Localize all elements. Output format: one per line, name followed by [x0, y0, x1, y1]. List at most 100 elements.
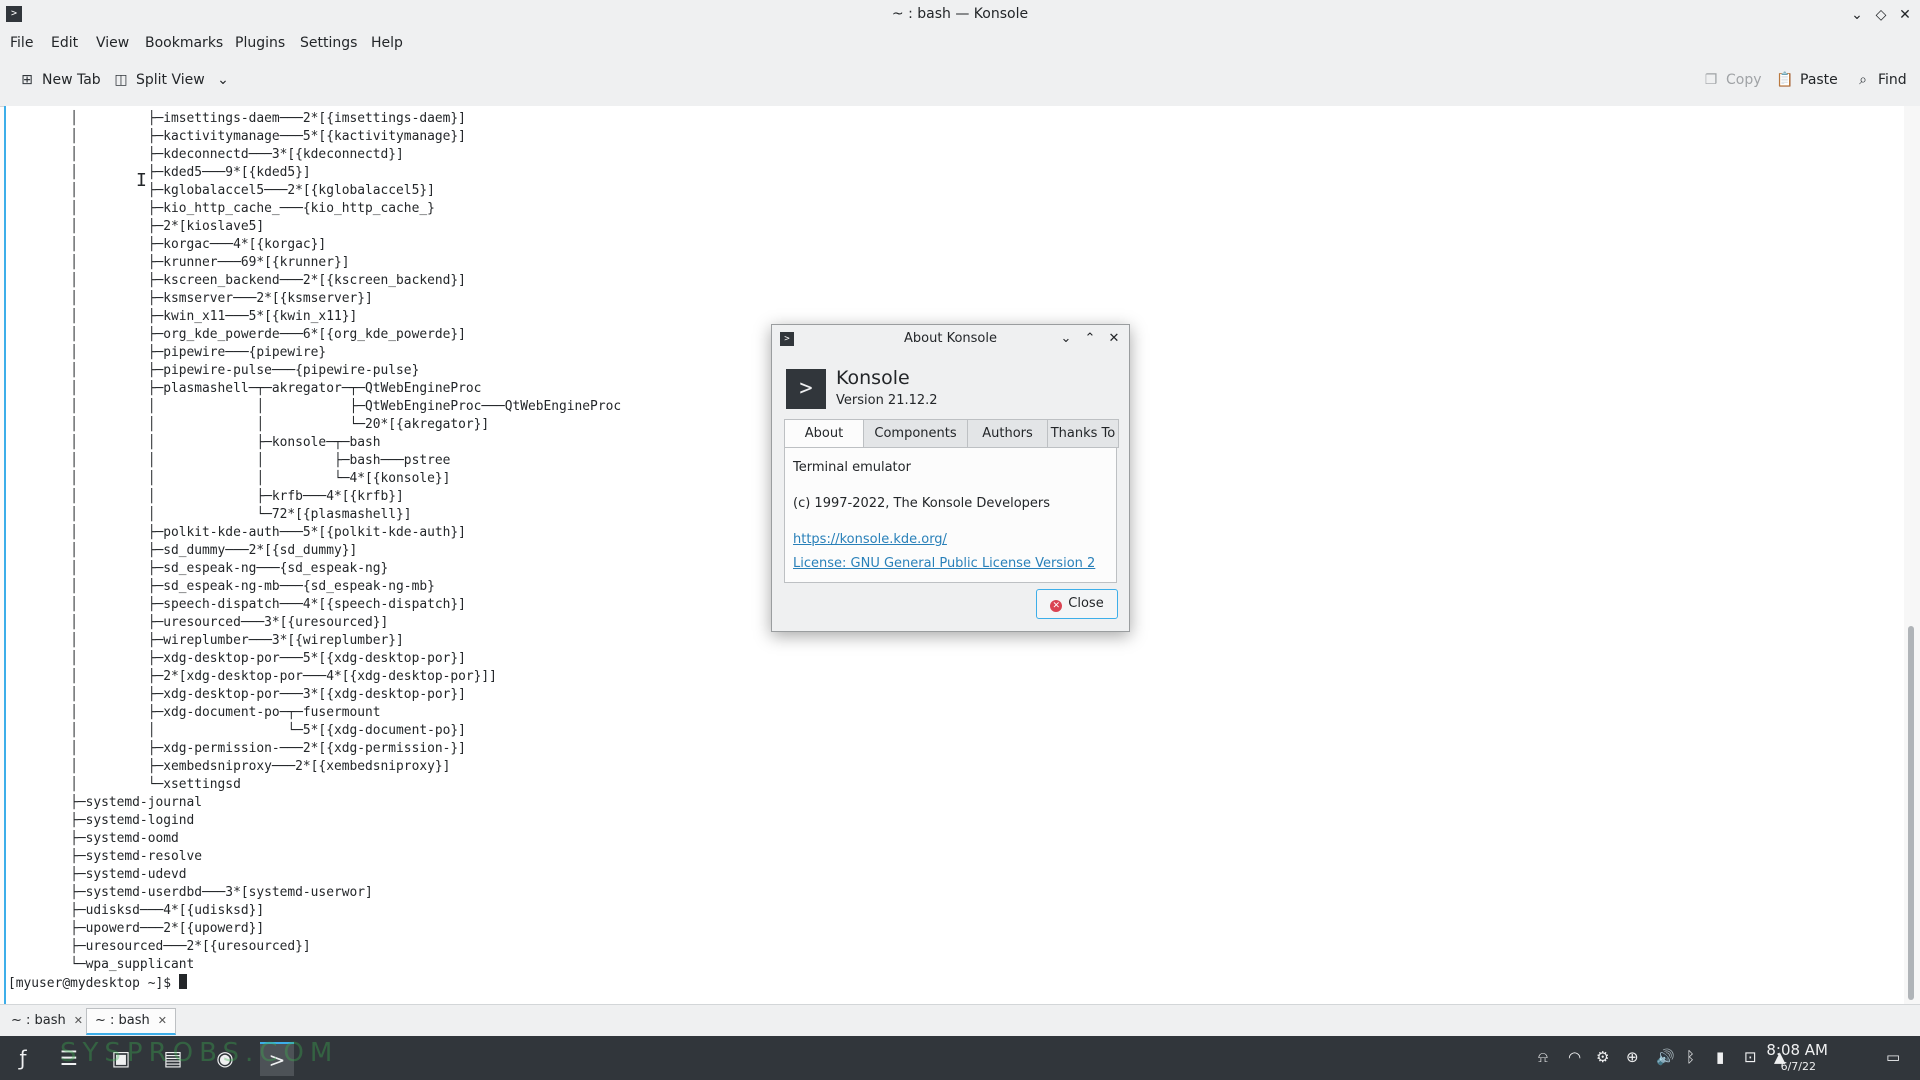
clock-date[interactable]: 6/7/22	[1781, 1060, 1816, 1073]
terminal-line: │ ├─krunner───69*[{krunner}]	[70, 255, 350, 270]
copy-icon: ❐	[1704, 72, 1718, 88]
terminal-line: │ │ │ ├─bash───pstree	[70, 453, 451, 468]
terminal-line: ├─systemd-journal	[70, 795, 203, 810]
show-desktop-icon[interactable]: ▭	[1886, 1048, 1900, 1066]
volume-icon[interactable]: 🔊	[1656, 1048, 1675, 1066]
close-icon[interactable]: ✕	[1104, 329, 1124, 349]
window-title: ~ : bash — Konsole	[891, 6, 1029, 22]
copy-button[interactable]: ❐ Copy	[1702, 72, 1762, 88]
kdeconnect-icon[interactable]: ⚙	[1596, 1048, 1609, 1066]
terminal-line: │ ├─uresourced───3*[{uresourced}]	[70, 615, 389, 630]
terminal-line: │ ├─xdg-permission-───2*[{xdg-permission…	[70, 741, 466, 756]
bluetooth-icon[interactable]: ᛒ	[1686, 1048, 1695, 1066]
clock-time[interactable]: 8:08 AM	[1766, 1041, 1828, 1059]
new-tab-icon: ⊞	[21, 72, 33, 88]
minimize-icon[interactable]: ⌄	[1056, 329, 1076, 349]
terminal-line: │ │ └─5*[{xdg-document-po}]	[70, 723, 466, 738]
terminal-line: │ ├─pipewire───{pipewire}	[70, 345, 327, 360]
terminal-line: │ │ ├─krfb───4*[{krfb}]	[70, 489, 404, 504]
maximize-icon[interactable]: ◇	[1870, 4, 1892, 26]
terminal-line: └─wpa_supplicant	[70, 957, 195, 972]
tab-label: ~ : bash	[11, 1013, 66, 1028]
tab-bar: ~ : bash ✕ ~ : bash ✕	[0, 1004, 1920, 1037]
tab-thanks-to[interactable]: Thanks To	[1047, 419, 1119, 448]
fedora-icon[interactable]: ƒ	[6, 1042, 40, 1074]
terminal-line: │ ├─plasmashell─┬─akregator─┬─QtWebEngin…	[70, 381, 482, 396]
new-tab-button[interactable]: ⊞ New Tab	[18, 72, 101, 88]
tab-close-icon[interactable]: ✕	[74, 1014, 83, 1027]
terminal-line: │ ├─polkit-kde-auth───5*[{polkit-kde-aut…	[70, 525, 466, 540]
terminal-line: │ ├─sd_dummy───2*[{sd_dummy}]	[70, 543, 358, 558]
paste-icon: 📋	[1776, 72, 1794, 88]
split-view-button[interactable]: ◫ Split View ⌄	[112, 72, 229, 88]
text-cursor-icon: I	[136, 170, 147, 191]
shell-prompt: [myuser@mydesktop ~]$	[8, 976, 179, 991]
terminal-line: │ ├─kscreen_backend───2*[{kscreen_backen…	[70, 273, 466, 288]
notifications-icon[interactable]: ⍾	[1538, 1048, 1548, 1066]
split-view-label: Split View	[136, 72, 205, 88]
terminal-cursor	[178, 974, 187, 989]
terminal-line: ├─systemd-oomd	[70, 831, 179, 846]
terminal-line: │ │ ├─konsole─┬─bash	[70, 435, 381, 450]
paste-button[interactable]: 📋 Paste	[1776, 72, 1838, 88]
battery-icon[interactable]: ▮	[1716, 1048, 1724, 1066]
terminal-line: │ ├─kdeconnectd───3*[{kdeconnectd}]	[70, 147, 404, 162]
konsole-app-icon: >	[786, 369, 826, 409]
terminal-line: │ ├─kglobalaccel5───2*[{kglobalaccel5}]	[70, 183, 435, 198]
menu-edit[interactable]: Edit	[51, 35, 78, 51]
close-icon[interactable]: ✕	[1894, 4, 1916, 26]
tab-close-icon[interactable]: ✕	[158, 1014, 167, 1027]
terminal-line: ├─systemd-udevd	[70, 867, 187, 882]
close-button[interactable]: ✕ Close	[1036, 589, 1118, 619]
toolbar: ⊞ New Tab ◫ Split View ⌄ ❐ Copy 📋 Paste ⌕ Fin…	[0, 58, 1920, 107]
tab-bash-1[interactable]: ~ : bash ✕	[2, 1008, 92, 1034]
about-pane: Terminal emulator (c) 1997-2022, The Kon…	[784, 447, 1117, 583]
terminal-line: │ ├─korgac───4*[{korgac}]	[70, 237, 327, 252]
chevron-down-icon[interactable]: ⌄	[217, 72, 229, 88]
terminal-line: │ ├─sd_espeak-ng-mb───{sd_espeak-ng-mb}	[70, 579, 435, 594]
updates-icon[interactable]: ⊕	[1626, 1048, 1639, 1066]
menu-plugins[interactable]: Plugins	[235, 35, 285, 51]
dialog-title-bar: > About Konsole ⌄ ⌃ ✕	[772, 325, 1129, 353]
terminal-line: ├─uresourced───2*[{uresourced}]	[70, 939, 311, 954]
terminal-line: ├─udisksd───4*[{udisksd}]	[70, 903, 265, 918]
maximize-icon[interactable]: ⌃	[1080, 329, 1100, 349]
app-version: Version 21.12.2	[836, 393, 938, 408]
tab-about[interactable]: About	[784, 419, 864, 448]
menu-bar: File Edit View Bookmarks Plugins Setting…	[0, 30, 1920, 58]
terminal-line: ├─upowerd───2*[{upowerd}]	[70, 921, 265, 936]
tab-bash-2[interactable]: ~ : bash ✕	[86, 1008, 176, 1035]
about-dialog: > About Konsole ⌄ ⌃ ✕ > Konsole Version …	[771, 324, 1130, 632]
terminal-line: │ ├─xdg-desktop-por───3*[{xdg-desktop-po…	[70, 687, 466, 702]
terminal-scrollbar[interactable]	[1904, 106, 1920, 1004]
find-icon: ⌕	[1859, 72, 1867, 88]
terminal-line: │ └─xsettingsd	[70, 777, 241, 792]
terminal-line: │ ├─imsettings-daem───2*[{imsettings-dae…	[70, 111, 466, 126]
terminal-line: │ ├─pipewire-pulse───{pipewire-pulse}	[70, 363, 420, 378]
minimize-icon[interactable]: ⌄	[1846, 4, 1868, 26]
scrollbar-thumb[interactable]	[1908, 626, 1914, 1000]
homepage-link[interactable]: https://konsole.kde.org/	[793, 532, 947, 547]
terminal-line: │ ├─ksmserver───2*[{ksmserver}]	[70, 291, 373, 306]
menu-view[interactable]: View	[96, 35, 129, 51]
copyright-text: (c) 1997-2022, The Konsole Developers	[793, 496, 1051, 511]
menu-file[interactable]: File	[10, 35, 33, 51]
tab-authors[interactable]: Authors	[967, 419, 1048, 448]
menu-help[interactable]: Help	[371, 35, 403, 51]
menu-bookmarks[interactable]: Bookmarks	[145, 35, 223, 51]
terminal-line: │ ├─xdg-desktop-por───5*[{xdg-desktop-po…	[70, 651, 466, 666]
copy-label: Copy	[1726, 72, 1762, 88]
network-icon[interactable]: ⊡	[1744, 1048, 1757, 1066]
rss-icon[interactable]: ◠	[1568, 1048, 1581, 1066]
paste-label: Paste	[1800, 72, 1838, 88]
app-name: Konsole	[836, 367, 910, 389]
watermark: SYSPROBS.COM	[60, 1038, 339, 1068]
tab-components[interactable]: Components	[863, 419, 968, 448]
find-button[interactable]: ⌕ Find	[1854, 72, 1907, 88]
license-link[interactable]: License: GNU General Public License Vers…	[793, 556, 1095, 571]
terminal-line: │ ├─2*[xdg-desktop-por───4*[{xdg-desktop…	[70, 669, 497, 684]
tab-label: ~ : bash	[95, 1013, 150, 1028]
terminal-output[interactable]: │ ├─imsettings-daem───2*[{imsettings-dae…	[8, 110, 621, 993]
terminal-line: │ │ │ ├─QtWebEngineProc───QtWebEnginePro…	[70, 399, 622, 414]
menu-settings[interactable]: Settings	[300, 35, 357, 51]
